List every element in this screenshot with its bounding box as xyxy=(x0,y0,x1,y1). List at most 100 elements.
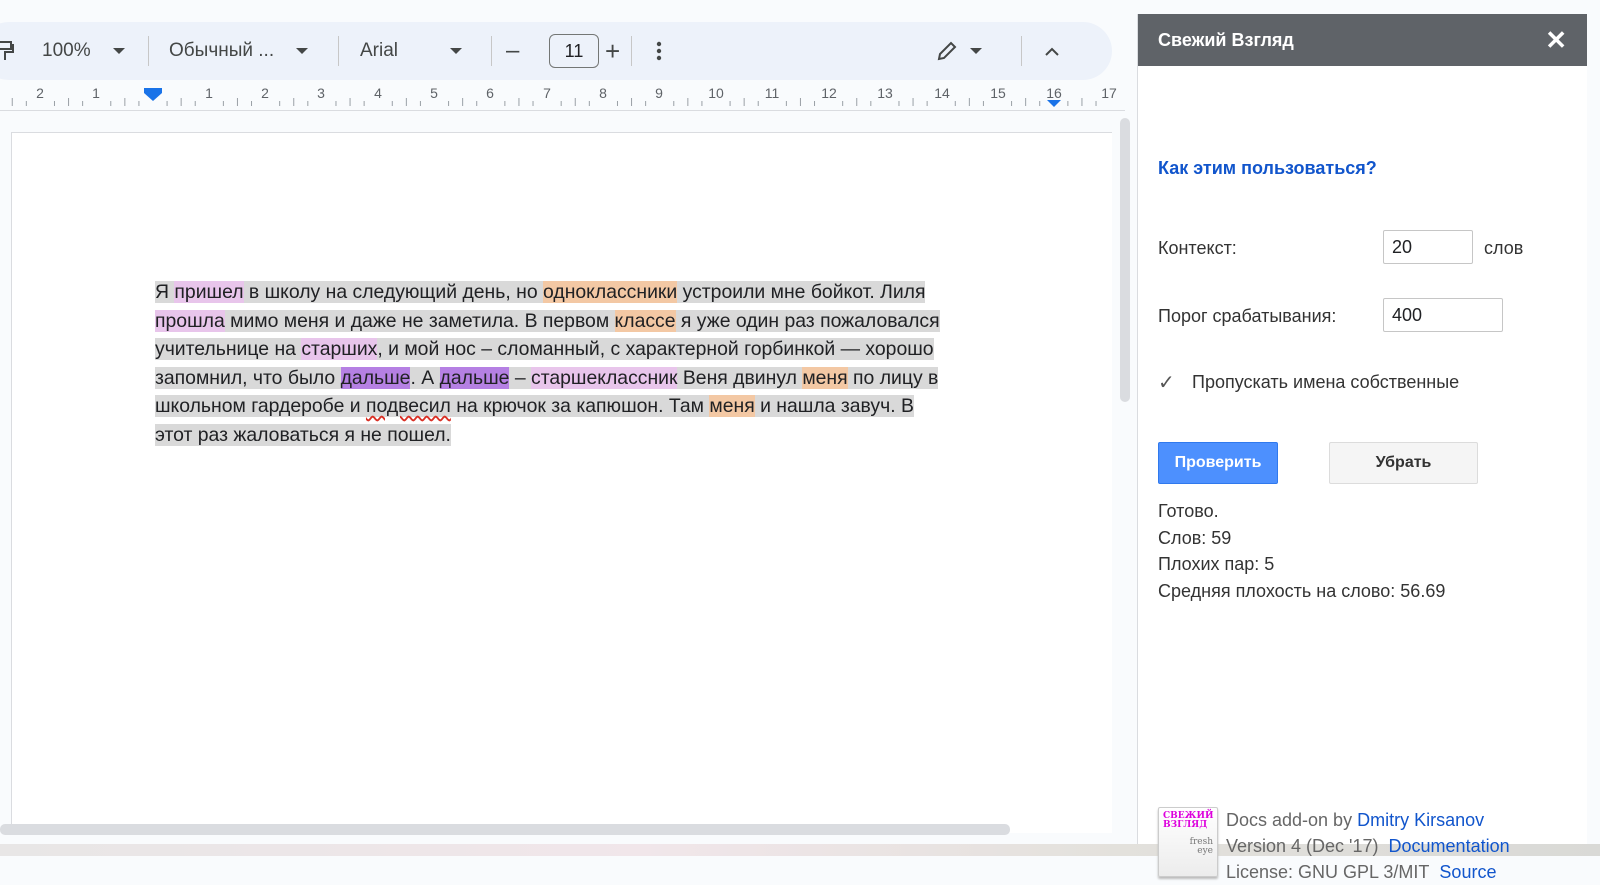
version-text: Version 4 (Dec '17) xyxy=(1226,836,1379,856)
ruler-label: 17 xyxy=(1101,85,1117,101)
collapse-toolbar-button[interactable] xyxy=(1044,22,1060,80)
chevron-down-icon xyxy=(112,48,125,54)
misspelled-word[interactable]: подвесил xyxy=(366,395,451,417)
text-run[interactable]: и нашла завуч. В xyxy=(755,395,914,417)
highlighted-word[interactable]: одноклассники xyxy=(543,281,678,303)
clear-button[interactable]: Убрать xyxy=(1329,442,1478,484)
highlighted-word[interactable]: пришел xyxy=(174,281,244,303)
status-average: Средняя плохость на слово: 56.69 xyxy=(1158,580,1446,601)
ruler-label: 7 xyxy=(543,85,551,101)
how-to-use-link[interactable]: Как этим пользоваться? xyxy=(1158,158,1377,179)
zoom-select[interactable]: 100% xyxy=(42,22,125,80)
author-link[interactable]: Dmitry Kirsanov xyxy=(1357,810,1484,830)
ruler-label: 8 xyxy=(599,85,607,101)
text-run[interactable]: – xyxy=(509,367,531,389)
context-input[interactable]: 20 xyxy=(1383,230,1473,264)
close-icon[interactable]: ✕ xyxy=(1545,25,1567,56)
text-run[interactable]: этот раз жаловаться я не пошел. xyxy=(155,424,451,446)
minus-icon: – xyxy=(506,37,520,64)
ruler-label: 6 xyxy=(486,85,494,101)
decrease-font-size-button[interactable]: – xyxy=(506,22,519,80)
text-run[interactable]: я уже один раз пожаловался xyxy=(676,310,940,332)
ruler-label: 3 xyxy=(317,85,325,101)
threshold-input[interactable]: 400 xyxy=(1383,298,1503,332)
sidebar-header: Свежий Взгляд ✕ xyxy=(1138,14,1587,66)
text-line[interactable]: этот раз жаловаться я не пошел. xyxy=(155,421,1055,450)
highlighted-word[interactable]: старших xyxy=(301,338,378,360)
selected-text[interactable]: Я пришел в школу на следующий день, но о… xyxy=(155,281,926,303)
skip-proper-names-label: Пропускать имена собственные xyxy=(1192,372,1460,392)
text-run[interactable]: . А xyxy=(410,367,439,389)
editing-mode-button[interactable] xyxy=(936,22,982,80)
highlighted-word[interactable]: классе xyxy=(614,309,676,332)
selected-text[interactable]: этот раз жаловаться я не пошел. xyxy=(155,423,451,446)
selected-text[interactable]: школьном гардеробе и подвесил на крючок … xyxy=(155,395,914,417)
ruler-label: 1 xyxy=(92,85,100,101)
documentation-link[interactable]: Documentation xyxy=(1389,836,1510,856)
divider xyxy=(338,36,339,66)
text-run[interactable]: Веня двинул xyxy=(677,367,802,389)
context-label: Контекст: xyxy=(1158,238,1237,258)
status-panel: Готово. Слов: 59 Плохих пар: 5 Средняя п… xyxy=(1158,498,1445,604)
paint-format-icon[interactable] xyxy=(0,22,14,80)
text-run[interactable]: учительнице на xyxy=(155,338,301,360)
skip-proper-names-checkbox[interactable]: ✓ Пропускать имена собственные xyxy=(1158,372,1459,393)
vertical-scrollbar[interactable] xyxy=(1120,118,1130,402)
text-run[interactable]: устроили мне бойкот. Лиля xyxy=(677,281,926,303)
text-line[interactable]: школьном гардеробе и подвесил на крючок … xyxy=(155,392,1055,421)
highlighted-word[interactable]: дальше xyxy=(340,366,411,389)
highlighted-word[interactable]: прошла xyxy=(155,309,225,332)
threshold-value: 400 xyxy=(1392,304,1423,325)
text-line[interactable]: прошла мимо меня и даже не заметила. В п… xyxy=(155,307,1055,336)
ruler-label: 1 xyxy=(205,85,213,101)
fresh-eye-logo: СВЕЖИЙ ВЗГЛЯД fresh eye xyxy=(1158,807,1218,877)
ruler-label: 4 xyxy=(374,85,382,101)
horizontal-scrollbar[interactable] xyxy=(0,824,1010,835)
source-link[interactable]: Source xyxy=(1439,862,1496,882)
ruler-label: 10 xyxy=(708,85,724,101)
selected-text[interactable]: учительнице на старших, и мой нос – слом… xyxy=(155,338,934,360)
text-run[interactable]: школьном гардеробе и xyxy=(155,395,366,417)
selected-text[interactable]: прошла мимо меня и даже не заметила. В п… xyxy=(155,309,940,332)
context-value: 20 xyxy=(1392,236,1413,257)
left-indent-marker[interactable] xyxy=(144,88,162,101)
text-run[interactable]: , и мой нос – сломанный, с характерной г… xyxy=(377,338,933,360)
text-run[interactable]: Я xyxy=(155,281,174,303)
highlighted-word[interactable]: старшеклассник xyxy=(531,366,678,389)
highlighted-word[interactable]: меня xyxy=(802,366,848,389)
right-indent-marker[interactable] xyxy=(1047,100,1061,107)
check-button[interactable]: Проверить xyxy=(1158,442,1278,484)
fresh-eye-sidebar: Свежий Взгляд ✕ Как этим пользоваться? К… xyxy=(1137,14,1587,882)
ruler[interactable]: 2 1 1 2 3 4 5 6 7 8 9 10 11 12 13 14 15 … xyxy=(0,84,1125,111)
style-value: Обычный ... xyxy=(169,40,275,61)
text-run[interactable]: мимо меня и даже не заметила. В первом xyxy=(225,310,615,332)
sidebar-title: Свежий Взгляд xyxy=(1158,29,1294,50)
text-run[interactable]: по лицу в xyxy=(848,367,938,389)
document-page[interactable] xyxy=(11,132,1112,833)
text-line[interactable]: учительнице на старших, и мой нос – слом… xyxy=(155,335,1055,364)
highlighted-word[interactable]: дальше xyxy=(439,366,510,389)
document-text[interactable]: Я пришел в школу на следующий день, но о… xyxy=(155,278,1055,449)
selected-text[interactable]: запомнил, что было дальше. А дальше – ст… xyxy=(155,366,939,389)
footer-prefix: Docs add-on by xyxy=(1226,810,1358,830)
pencil-icon xyxy=(937,41,957,61)
ruler-ticks xyxy=(11,88,1097,107)
font-size-value: 11 xyxy=(564,40,584,61)
more-options-icon[interactable] xyxy=(656,22,662,80)
document-area[interactable] xyxy=(0,111,1112,833)
docs-toolbar: 100% Обычный ... Arial – 11 + xyxy=(0,22,1112,80)
font-select[interactable]: Arial xyxy=(360,22,463,80)
ruler-label: 12 xyxy=(821,85,837,101)
text-line[interactable]: запомнил, что было дальше. А дальше – ст… xyxy=(155,364,1055,393)
text-run[interactable]: на крючок за капюшон. Там xyxy=(451,395,710,417)
text-run[interactable]: в школу на следующий день, но xyxy=(244,281,543,303)
font-size-input[interactable]: 11 xyxy=(549,34,599,68)
highlighted-word[interactable]: меня xyxy=(709,395,755,417)
text-run[interactable]: запомнил, что было xyxy=(155,367,341,389)
increase-font-size-button[interactable]: + xyxy=(605,22,620,80)
style-select[interactable]: Обычный ... xyxy=(169,22,309,80)
divider xyxy=(631,36,632,66)
ruler-label: 16 xyxy=(1046,85,1062,101)
text-line[interactable]: Я пришел в школу на следующий день, но о… xyxy=(155,278,1055,307)
ruler-label: 2 xyxy=(261,85,269,101)
